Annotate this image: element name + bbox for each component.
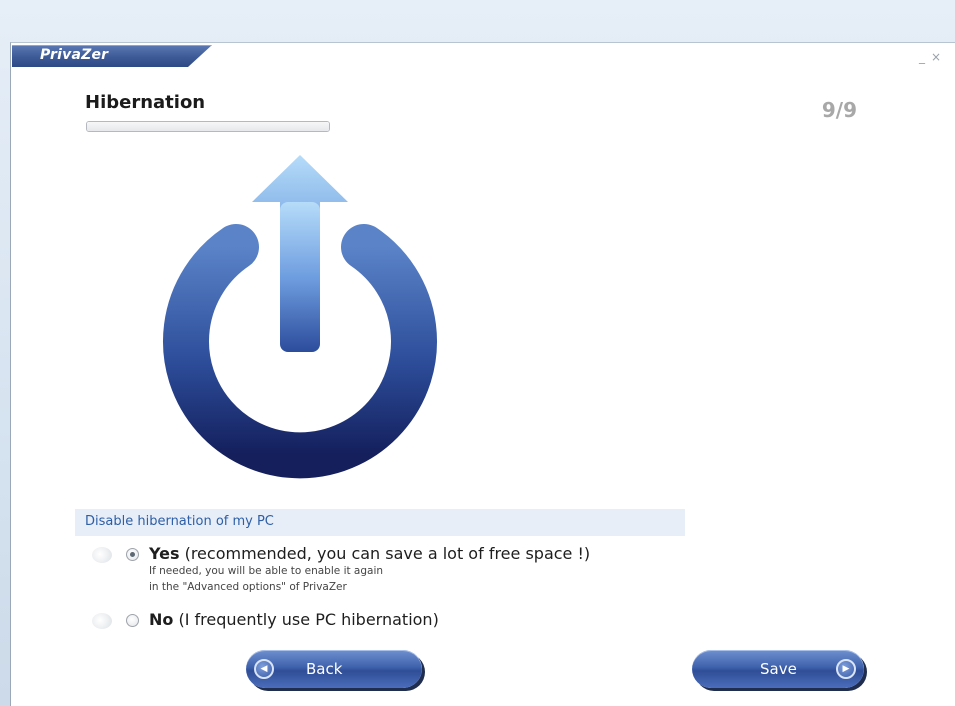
option-yes-text: (recommended, you can save a lot of free…	[179, 544, 591, 563]
section-label: Disable hibernation of my PC	[85, 514, 274, 529]
step-counter: 9/9	[821, 98, 857, 122]
progress-bar	[86, 121, 330, 132]
close-button[interactable]: ×	[931, 50, 941, 64]
option-yes-bold: Yes	[149, 544, 180, 563]
power-icon	[163, 155, 437, 479]
option-icon	[92, 613, 112, 629]
page-title: Hibernation	[85, 92, 206, 113]
option-no-label: No (I frequently use PC hibernation)	[149, 610, 439, 629]
window-controls: _ ×	[919, 50, 941, 64]
hibernation-section: Disable hibernation of my PC	[75, 509, 685, 536]
radio-yes[interactable]	[126, 548, 139, 561]
radio-no[interactable]	[126, 614, 139, 627]
option-no-bold: No	[149, 610, 174, 629]
option-yes-note-1: If needed, you will be able to enable it…	[149, 565, 384, 577]
save-button-label: Save	[760, 660, 797, 678]
option-icon	[92, 547, 112, 563]
option-yes[interactable]: Yes (recommended, you can save a lot of …	[92, 544, 590, 595]
arrow-left-icon: ◀	[254, 659, 274, 679]
progress-fill	[87, 122, 329, 131]
arrow-right-icon: ▶	[836, 659, 856, 679]
option-yes-label: Yes (recommended, you can save a lot of …	[149, 544, 590, 563]
brand-logo: PrivaZer	[40, 47, 109, 63]
save-button[interactable]: Save ▶	[692, 650, 864, 688]
back-button[interactable]: ◀ Back	[246, 650, 422, 688]
minimize-button[interactable]: _	[919, 50, 925, 64]
option-no-text: (I frequently use PC hibernation)	[173, 610, 439, 629]
option-yes-note-2: in the "Advanced options" of PrivaZer	[149, 581, 347, 593]
back-button-label: Back	[306, 660, 343, 678]
option-no[interactable]: No (I frequently use PC hibernation)	[92, 610, 439, 629]
